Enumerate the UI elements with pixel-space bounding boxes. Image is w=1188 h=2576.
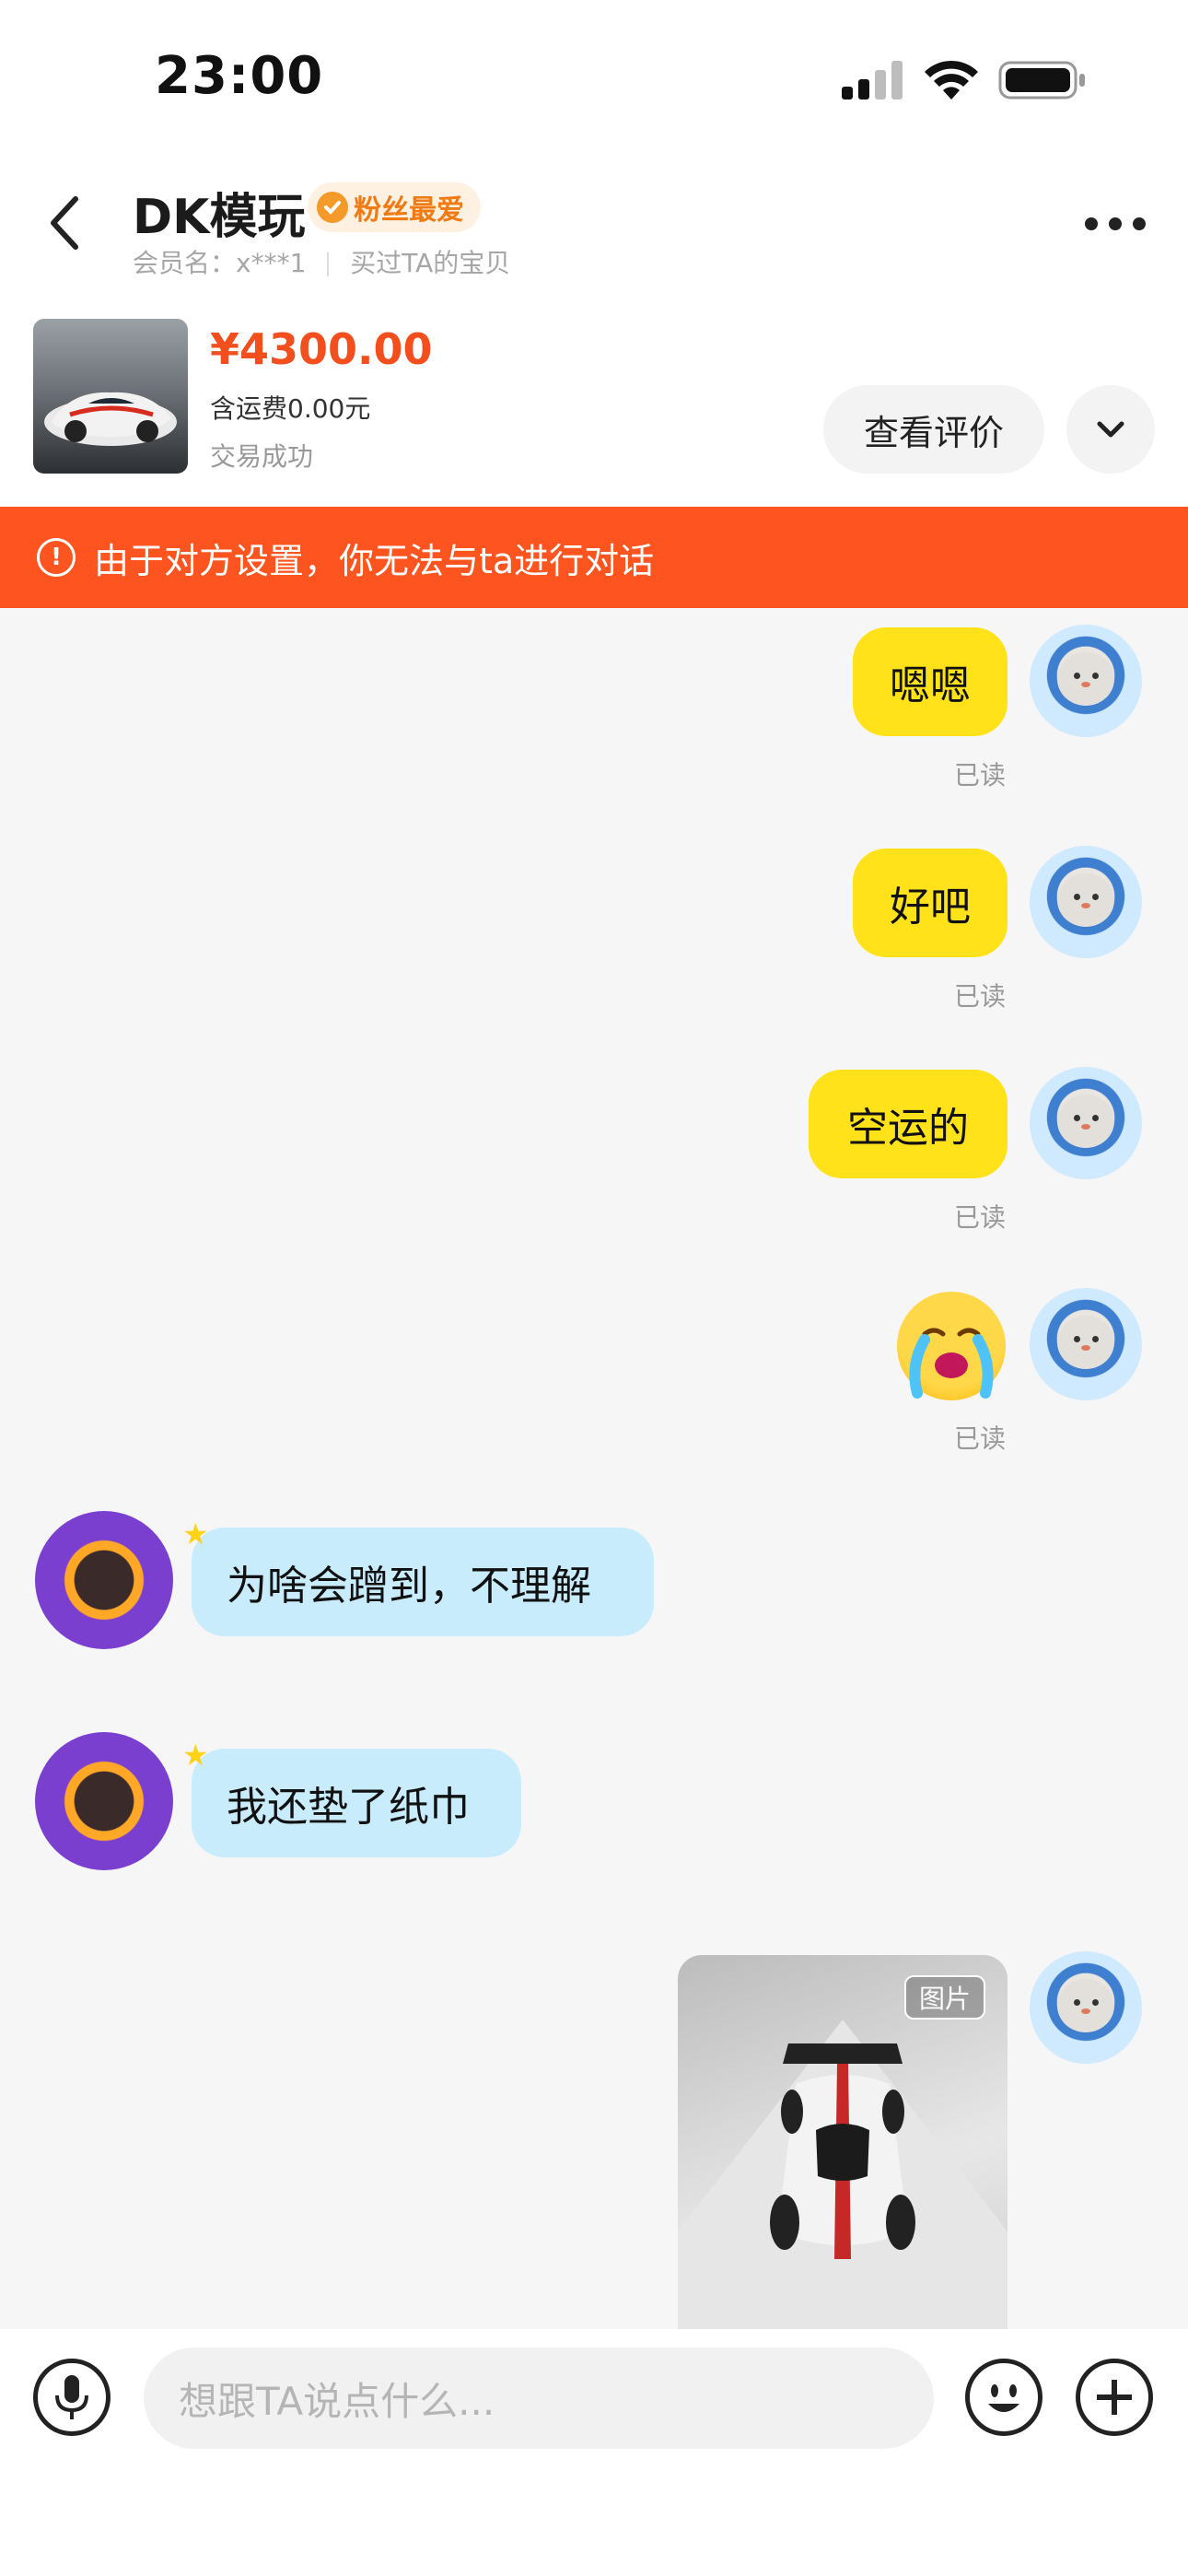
plus-icon xyxy=(1097,2380,1132,2415)
read-receipt: 已读 xyxy=(954,1202,1007,1233)
battery-icon xyxy=(998,61,1087,100)
message-bubble-me[interactable]: 空运的 xyxy=(809,1070,1007,1178)
member-note: 买过TA的宝贝 xyxy=(350,248,511,278)
message-input[interactable]: 想跟TA说点什么... xyxy=(144,2348,934,2449)
my-avatar[interactable] xyxy=(1030,1951,1142,2064)
order-status: 交易成功 xyxy=(210,441,314,472)
banner-text: 由于对方设置，你无法与ta进行对话 xyxy=(94,540,655,581)
star-icon: ★ xyxy=(182,1738,209,1773)
signal-icon xyxy=(842,61,906,100)
order-price: ¥4300.00 xyxy=(210,324,433,374)
message-bubble-them[interactable]: 我还垫了纸巾 xyxy=(192,1749,521,1857)
my-avatar[interactable] xyxy=(1030,1067,1142,1179)
wifi-icon xyxy=(923,57,980,101)
my-avatar[interactable] xyxy=(1030,625,1142,737)
seller-avatar[interactable] xyxy=(35,1511,173,1649)
chevron-down-icon xyxy=(1097,421,1124,438)
add-button[interactable] xyxy=(1076,2359,1153,2436)
my-avatar[interactable] xyxy=(1030,1288,1142,1400)
photo-tag: 图片 xyxy=(904,1975,985,2020)
status-time: 23:00 xyxy=(155,46,324,106)
message-bubble-them[interactable]: 为啥会蹭到，不理解 xyxy=(192,1528,654,1636)
expand-order-button[interactable] xyxy=(1066,385,1155,474)
view-review-button[interactable]: 查看评价 xyxy=(823,385,1044,474)
more-options-button[interactable] xyxy=(1085,217,1146,232)
microphone-icon xyxy=(55,2375,88,2419)
member-label: 会员名：x***1 xyxy=(133,248,307,278)
message-bubble-me[interactable]: 好吧 xyxy=(853,849,1007,957)
seller-avatar[interactable] xyxy=(35,1732,173,1870)
restriction-banner: ! 由于对方设置，你无法与ta进行对话 xyxy=(0,507,1188,608)
smiley-icon xyxy=(988,2384,1019,2412)
back-button[interactable] xyxy=(41,190,90,256)
crying-face-icon[interactable] xyxy=(897,1292,1006,1400)
shield-icon xyxy=(317,192,348,223)
my-avatar[interactable] xyxy=(1030,846,1142,958)
message-input-placeholder: 想跟TA说点什么... xyxy=(179,2378,495,2424)
read-receipt: 已读 xyxy=(954,981,1007,1012)
read-receipt: 已读 xyxy=(954,760,1007,790)
message-bubble-me[interactable]: 嗯嗯 xyxy=(853,627,1007,736)
star-icon: ★ xyxy=(182,1516,209,1551)
emoji-button[interactable] xyxy=(965,2359,1042,2436)
fan-badge: 粉丝最爱 xyxy=(308,182,481,232)
voice-button[interactable] xyxy=(33,2359,111,2436)
member-info: 会员名：x***1 买过TA的宝贝 xyxy=(133,243,510,280)
product-thumbnail[interactable] xyxy=(33,319,188,474)
order-shipping: 含运费0.00元 xyxy=(210,393,371,424)
shop-name[interactable]: DK模玩 xyxy=(133,178,305,247)
read-receipt: 已读 xyxy=(954,1423,1007,1454)
alert-icon: ! xyxy=(37,538,76,577)
badge-label: 粉丝最爱 xyxy=(354,194,464,227)
